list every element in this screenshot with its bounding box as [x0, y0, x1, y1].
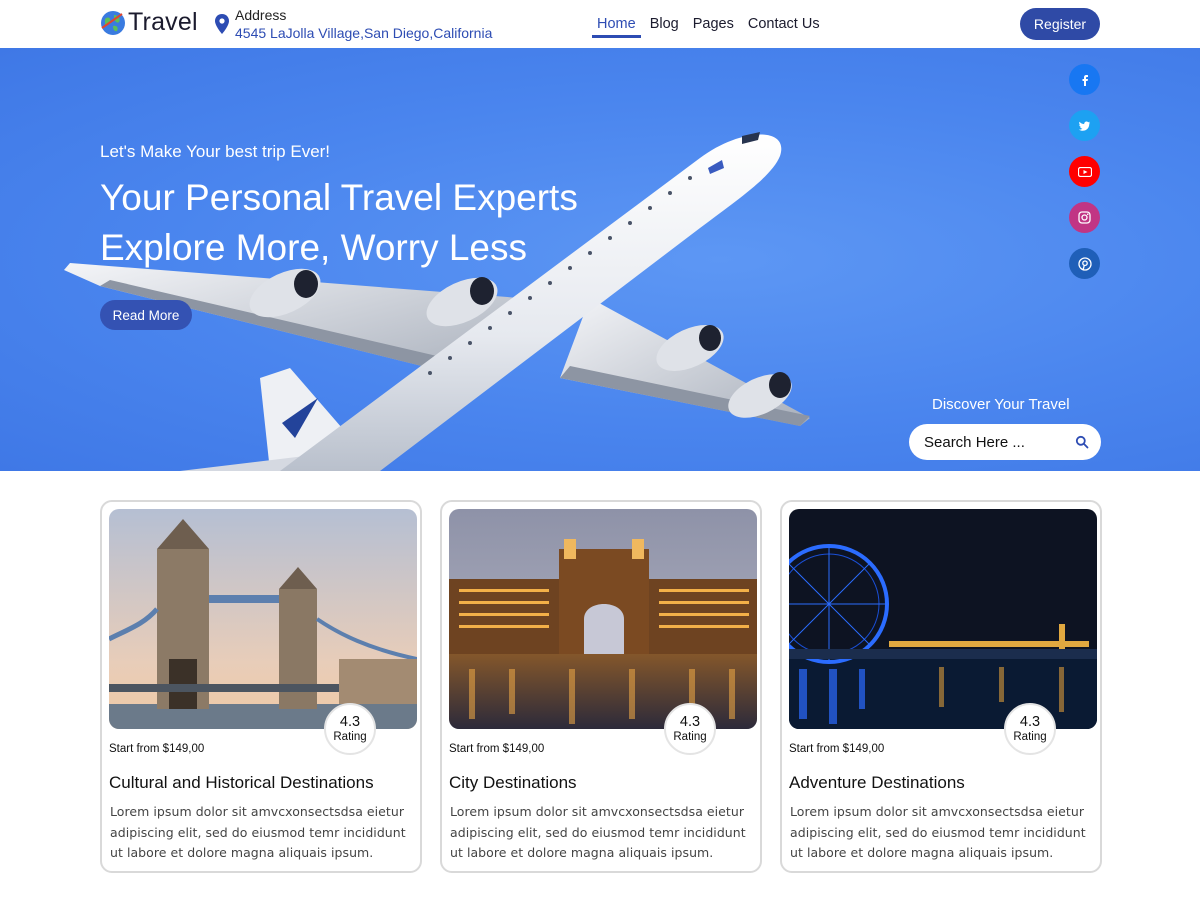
card-description: Lorem ipsum dolor sit amvcxonsectsdsa ei…	[110, 804, 406, 860]
card-price: Start from $149,00	[109, 743, 205, 755]
destination-cards: 4.3 Rating Start from $149,00 Cultural a…	[100, 500, 1102, 873]
rating-value: 4.3	[339, 714, 361, 730]
twitter-icon[interactable]	[1069, 110, 1100, 141]
logo-text: Travel	[128, 8, 198, 36]
address-block: Address 4545 LaJolla Village,San Diego,C…	[215, 6, 492, 42]
destination-card-city[interactable]: 4.3 Rating Start from $149,00 City Desti…	[440, 500, 762, 873]
rating-label: Rating	[1013, 731, 1047, 743]
instagram-icon[interactable]	[1069, 202, 1100, 233]
nav-blog[interactable]: Blog	[645, 14, 684, 38]
card-title[interactable]: Cultural and Historical Destinations	[109, 773, 374, 793]
tower-bridge-image	[109, 509, 417, 729]
rating-value: 4.3	[679, 714, 701, 730]
rating-label: Rating	[333, 731, 367, 743]
pinterest-icon[interactable]	[1069, 248, 1100, 279]
search-input[interactable]	[924, 433, 1064, 451]
social-links	[1069, 64, 1100, 279]
card-price: Start from $149,00	[789, 743, 885, 755]
rating-badge: 4.3 Rating	[1004, 703, 1056, 755]
hero-title-line2: Explore More, Worry Less	[100, 227, 527, 268]
hero-section: Let's Make Your best trip Ever! Your Per…	[0, 48, 1200, 471]
search-icon[interactable]	[1075, 435, 1089, 449]
read-more-button[interactable]: Read More	[100, 300, 192, 330]
nav-pages[interactable]: Pages	[688, 14, 739, 38]
rating-label: Rating	[673, 731, 707, 743]
card-title[interactable]: Adventure Destinations	[789, 773, 965, 793]
search-box	[909, 424, 1101, 460]
facebook-icon[interactable]	[1069, 64, 1100, 95]
card-price: Start from $149,00	[449, 743, 545, 755]
main-nav: Home Blog Pages Contact Us	[592, 14, 829, 38]
rating-badge: 4.3 Rating	[664, 703, 716, 755]
rating-value: 4.3	[1019, 714, 1041, 730]
site-header: Travel Address 4545 LaJolla Village,San …	[0, 0, 1200, 48]
hero-title: Your Personal Travel Experts Explore Mor…	[100, 173, 578, 273]
youtube-icon[interactable]	[1069, 156, 1100, 187]
globe-icon	[101, 10, 125, 35]
atlantis-hotel-image	[449, 509, 757, 729]
nav-contact-us[interactable]: Contact Us	[743, 14, 825, 38]
rating-badge: 4.3 Rating	[324, 703, 376, 755]
destination-card-cultural[interactable]: 4.3 Rating Start from $149,00 Cultural a…	[100, 500, 422, 873]
card-title[interactable]: City Destinations	[449, 773, 577, 793]
destination-card-adventure[interactable]: 4.3 Rating Start from $149,00 Adventure …	[780, 500, 1102, 873]
register-button[interactable]: Register	[1020, 8, 1100, 40]
card-description: Lorem ipsum dolor sit amvcxonsectsdsa ei…	[790, 804, 1086, 860]
logo[interactable]: Travel	[100, 8, 198, 37]
address-value: 4545 LaJolla Village,San Diego,Californi…	[235, 25, 493, 41]
address-label: Address	[235, 7, 287, 23]
hero-title-line1: Your Personal Travel Experts	[100, 177, 578, 218]
hero-tagline: Let's Make Your best trip Ever!	[100, 142, 331, 161]
card-description: Lorem ipsum dolor sit amvcxonsectsdsa ei…	[450, 804, 746, 860]
london-eye-image	[789, 509, 1097, 729]
nav-home[interactable]: Home	[592, 14, 641, 38]
location-pin-icon	[215, 14, 229, 34]
discover-label: Discover Your Travel	[932, 396, 1070, 413]
